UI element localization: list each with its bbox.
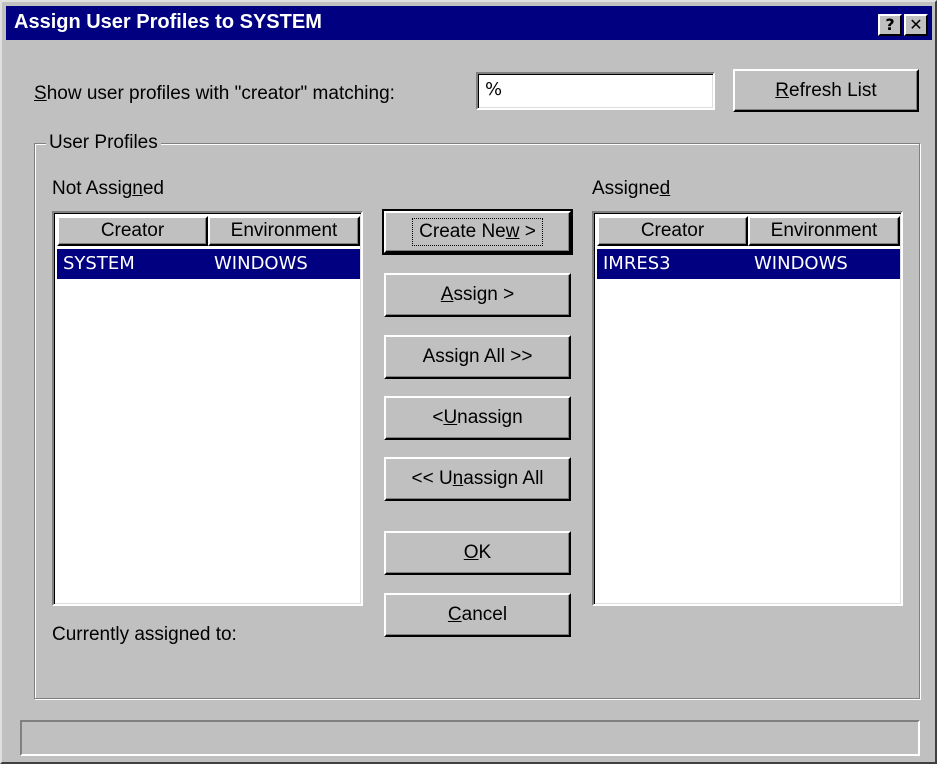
filter-label: Show user profiles with "creator" matchi… bbox=[34, 83, 395, 104]
column-header-creator[interactable]: Creator bbox=[597, 216, 748, 246]
creator-filter-value: % bbox=[485, 79, 503, 100]
cancel-button[interactable]: Cancel bbox=[384, 593, 571, 637]
dialog-window: Assign User Profiles to SYSTEM ? ✕ Show … bbox=[0, 0, 937, 764]
status-bar bbox=[20, 720, 920, 756]
assign-button[interactable]: Assign > bbox=[384, 273, 571, 317]
creator-filter-input[interactable]: % bbox=[476, 72, 715, 110]
assigned-list[interactable]: Creator Environment IMRES3 WINDOWS bbox=[592, 211, 903, 606]
cell-environment: WINDOWS bbox=[754, 253, 848, 274]
not-assigned-label: Not Assigned bbox=[52, 178, 164, 199]
window-title: Assign User Profiles to SYSTEM bbox=[14, 11, 322, 33]
not-assigned-list[interactable]: Creator Environment SYSTEM WINDOWS bbox=[52, 211, 363, 606]
close-icon[interactable]: ✕ bbox=[904, 14, 928, 36]
cell-creator: IMRES3 bbox=[603, 253, 671, 274]
assigned-label: Assigned bbox=[592, 178, 671, 199]
assigned-header: Creator Environment bbox=[597, 216, 900, 246]
currently-assigned-label: Currently assigned to: bbox=[52, 624, 237, 645]
list-item[interactable]: SYSTEM WINDOWS bbox=[57, 249, 360, 279]
not-assigned-header: Creator Environment bbox=[57, 216, 360, 246]
create-new-button[interactable]: Create New > bbox=[382, 209, 573, 255]
column-header-environment[interactable]: Environment bbox=[748, 216, 900, 246]
title-bar[interactable]: Assign User Profiles to SYSTEM ? ✕ bbox=[6, 6, 932, 40]
cell-environment: WINDOWS bbox=[214, 253, 308, 274]
unassign-button[interactable]: < Unassign bbox=[384, 396, 571, 440]
cell-creator: SYSTEM bbox=[63, 253, 135, 274]
ok-button[interactable]: OK bbox=[384, 531, 571, 575]
list-item[interactable]: IMRES3 WINDOWS bbox=[597, 249, 900, 279]
help-icon[interactable]: ? bbox=[878, 14, 902, 36]
refresh-list-button[interactable]: Refresh List bbox=[733, 69, 919, 112]
column-header-creator[interactable]: Creator bbox=[57, 216, 208, 246]
assign-all-button[interactable]: Assi g n All >> bbox=[384, 335, 571, 379]
group-legend: User Profiles bbox=[46, 132, 161, 154]
unassign-all-button[interactable]: << Un assign All bbox=[384, 457, 571, 501]
column-header-environment[interactable]: Environment bbox=[208, 216, 360, 246]
